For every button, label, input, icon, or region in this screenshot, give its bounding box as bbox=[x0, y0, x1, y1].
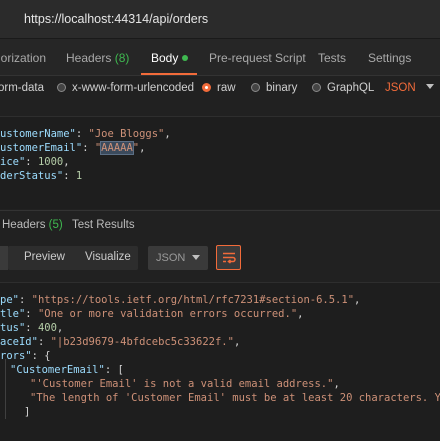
tab-headers-label: Headers bbox=[66, 51, 112, 65]
option-graphql[interactable]: GraphQL bbox=[312, 82, 374, 94]
url-bar[interactable]: https://localhost:44314/api/orders bbox=[0, 0, 440, 39]
tab-settings[interactable]: Settings bbox=[368, 51, 411, 65]
tab-response-headers[interactable]: Headers (5) bbox=[2, 219, 63, 231]
radio-raw-icon[interactable] bbox=[202, 83, 211, 92]
option-raw[interactable]: raw bbox=[202, 82, 236, 94]
response-key-status: tus" bbox=[0, 322, 26, 334]
format-dropdown[interactable]: JSON bbox=[385, 82, 434, 94]
response-line-title: tle": "One or more validation errors occ… bbox=[0, 308, 304, 320]
chevron-down-icon bbox=[425, 84, 434, 89]
visualize-button-label: Visualize bbox=[85, 251, 131, 263]
request-tabs: horization Headers (8) Body Pre-request … bbox=[0, 39, 440, 76]
response-line-type: pe": "https://tools.ietf.org/html/rfc723… bbox=[0, 294, 361, 306]
indent-guide bbox=[5, 359, 6, 419]
response-error-2: "The length of 'Customer Email' must be … bbox=[30, 392, 440, 404]
tab-test-results-label: Test Results bbox=[72, 219, 135, 231]
option-urlencoded[interactable]: x-www-form-urlencoded bbox=[57, 82, 194, 94]
wrap-lines-icon bbox=[223, 252, 236, 264]
response-value-trace: b23d9679-4bfdcebc5c33622f. bbox=[63, 336, 228, 348]
chevron-down-icon bbox=[192, 255, 200, 260]
body-type-options: orm-data x-www-form-urlencoded raw binar… bbox=[0, 76, 440, 102]
response-key-field: "CustomerEmail" bbox=[10, 364, 105, 376]
body-modified-dot-icon bbox=[182, 55, 189, 61]
response-key-type: pe" bbox=[0, 294, 19, 306]
response-value-type: "https://tools.ietf.org/html/rfc7231#sec… bbox=[31, 294, 355, 306]
wrap-lines-button[interactable] bbox=[216, 245, 241, 270]
response-format-label: JSON bbox=[156, 252, 186, 264]
response-line-field: "CustomerEmail": [ bbox=[10, 364, 124, 376]
request-key-4: derStatus" bbox=[0, 170, 64, 182]
radio-urlencoded-icon[interactable] bbox=[57, 83, 66, 92]
response-value-status: 400 bbox=[37, 322, 57, 334]
request-key-1: ustomerName" bbox=[0, 128, 76, 140]
response-toolbar: Preview Visualize JSON bbox=[0, 240, 440, 276]
response-line-close-bracket: ] bbox=[24, 406, 31, 418]
option-form-data-label: orm-data bbox=[0, 82, 45, 94]
response-error-1: "'Customer Email' is not a valid email a… bbox=[30, 378, 334, 390]
response-value-title: "One or more validation errors occurred.… bbox=[37, 308, 298, 320]
response-line-error-2: "The length of 'Customer Email' must be … bbox=[30, 392, 440, 404]
option-raw-label: raw bbox=[217, 82, 236, 94]
option-binary[interactable]: binary bbox=[251, 82, 297, 94]
tab-settings-label: Settings bbox=[368, 51, 412, 65]
selected-text[interactable]: AAAAA bbox=[100, 141, 134, 155]
tab-tests-label: Tests bbox=[318, 51, 347, 65]
request-key-2: ustomerEmail" bbox=[0, 142, 83, 154]
tab-headers[interactable]: Headers (8) bbox=[66, 51, 129, 65]
tab-headers-count: (8) bbox=[114, 51, 130, 65]
pretty-button[interactable] bbox=[0, 246, 8, 270]
preview-button-label: Preview bbox=[24, 251, 65, 263]
response-format-dropdown[interactable]: JSON bbox=[148, 246, 208, 270]
tab-authorization[interactable]: horization bbox=[0, 51, 46, 65]
response-key-trace: aceId" bbox=[0, 336, 38, 348]
request-line-3: ice": 1000, bbox=[0, 156, 70, 168]
format-dropdown-label: JSON bbox=[385, 82, 416, 94]
active-tab-indicator bbox=[141, 73, 197, 75]
tab-test-results[interactable]: Test Results bbox=[72, 219, 135, 231]
response-line-trace: aceId": "|b23d9679-4bfdcebc5c33622f.", bbox=[0, 336, 241, 348]
response-key-title: tle" bbox=[0, 308, 26, 320]
tab-response-headers-count: (5) bbox=[48, 219, 63, 231]
url-text[interactable]: https://localhost:44314/api/orders bbox=[24, 12, 208, 26]
response-tabs: Headers (5) Test Results bbox=[0, 210, 440, 239]
radio-graphql-icon[interactable] bbox=[312, 83, 321, 92]
radio-binary-icon[interactable] bbox=[251, 83, 260, 92]
tab-pre-request-label: Pre-request Script bbox=[209, 51, 306, 65]
option-binary-label: binary bbox=[266, 82, 298, 94]
tab-pre-request-script[interactable]: Pre-request Script bbox=[209, 51, 306, 65]
request-line-1: ustomerName": "Joe Bloggs", bbox=[0, 128, 171, 140]
response-key-errors: rors" bbox=[0, 350, 32, 362]
request-value-4: 1 bbox=[75, 170, 83, 182]
request-line-2: ustomerEmail": "AAAAA", bbox=[0, 141, 146, 155]
response-line-error-1: "'Customer Email' is not a valid email a… bbox=[30, 378, 340, 390]
tab-body-label: Body bbox=[151, 51, 179, 65]
option-form-data[interactable]: orm-data bbox=[0, 82, 44, 94]
tab-tests[interactable]: Tests bbox=[318, 51, 346, 65]
preview-button[interactable]: Preview bbox=[24, 251, 65, 263]
request-value-1: "Joe Bloggs" bbox=[88, 128, 165, 140]
response-line-errors: rors": { bbox=[0, 350, 51, 362]
tab-response-headers-label: Headers bbox=[2, 219, 46, 231]
tab-authorization-label: horization bbox=[0, 51, 47, 65]
request-key-3: ice" bbox=[0, 156, 26, 168]
option-urlencoded-label: x-www-form-urlencoded bbox=[72, 82, 195, 94]
request-line-4: derStatus": 1 bbox=[0, 170, 83, 182]
request-body-editor[interactable]: ustomerName": "Joe Bloggs", ustomerEmail… bbox=[0, 116, 440, 209]
request-value-3: 1000 bbox=[37, 156, 64, 168]
visualize-button[interactable]: Visualize bbox=[85, 251, 131, 263]
option-graphql-label: GraphQL bbox=[327, 82, 375, 94]
tab-body[interactable]: Body bbox=[151, 51, 189, 65]
response-line-status: tus": 400, bbox=[0, 322, 64, 334]
response-body-viewer[interactable]: pe": "https://tools.ietf.org/html/rfc723… bbox=[0, 282, 440, 441]
